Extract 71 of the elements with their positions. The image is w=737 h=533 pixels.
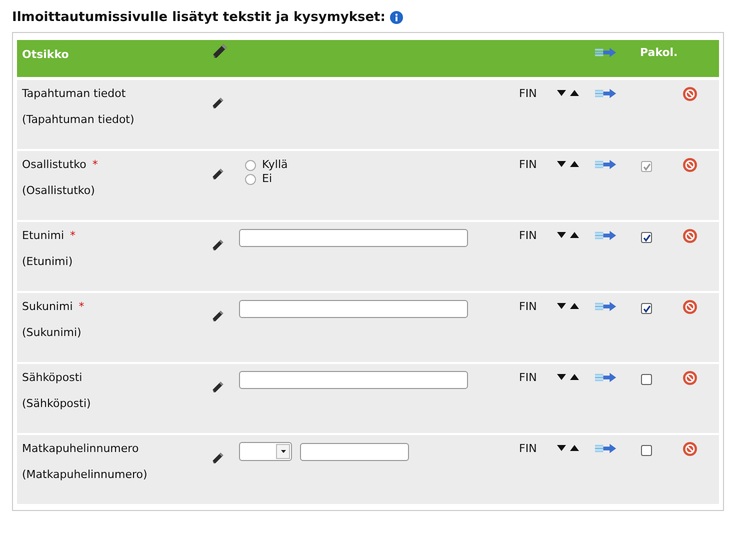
question-subtitle: (Tapahtuman tiedot) [22,113,136,126]
move-up-icon[interactable] [570,445,579,451]
move-up-icon[interactable] [570,161,579,167]
pencil-icon[interactable] [211,42,229,60]
pencil-icon[interactable] [211,167,225,181]
caret-icon [280,450,286,453]
language-code: FIN [519,229,538,242]
section-heading: Ilmoittautumissivulle lisätyt tekstit ja kysymykset: [12,10,386,24]
column-header: Pakol. [640,46,679,59]
move-down-icon[interactable] [557,232,566,238]
radio-button[interactable] [245,160,256,170]
question-title: Sukunimi [22,300,73,313]
option-label: Kyllä [262,158,288,172]
move-down-icon[interactable] [557,303,566,309]
move-up-icon[interactable] [570,374,579,380]
move-icon[interactable] [595,158,617,171]
language-code: FIN [519,442,538,455]
pencil-icon[interactable] [211,238,225,252]
pencil-icon[interactable] [211,380,225,394]
move-icon[interactable] [595,371,617,384]
pencil-icon[interactable] [211,96,225,110]
pencil-icon[interactable] [211,309,225,323]
move-down-icon[interactable] [557,374,566,380]
question-title: Sähköposti [22,371,82,384]
input-field[interactable] [239,229,468,247]
question-title: Matkapuhelinnumero [22,442,139,455]
radio-button[interactable] [245,174,256,184]
delete-icon[interactable] [683,87,697,101]
move-all-icon[interactable] [595,46,617,59]
delete-icon[interactable] [683,300,697,314]
delete-icon[interactable] [683,442,697,456]
checkbox[interactable] [641,374,652,385]
checkbox[interactable] [641,303,652,314]
required-mark: * [78,300,84,313]
input-field[interactable] [239,371,468,389]
question-subtitle: (Osallistutko) [22,184,96,197]
column-header: Otsikko [21,48,70,61]
language-code: FIN [519,371,538,384]
option-label: Ei [262,172,272,186]
pencil-icon[interactable] [211,451,225,465]
question-title: Etunimi [22,229,64,242]
input-field[interactable] [239,300,468,318]
question-subtitle: (Sähköposti) [22,397,92,410]
checkbox[interactable] [641,445,652,456]
question-subtitle: (Sukunimi) [22,326,82,339]
dropdown[interactable] [239,442,292,461]
move-up-icon[interactable] [570,90,579,96]
move-down-icon[interactable] [557,161,566,167]
question-subtitle: (Etunimi) [22,255,74,268]
language-code: FIN [519,158,538,171]
required-mark: * [70,229,76,242]
language-code: FIN [519,87,538,100]
move-icon[interactable] [595,442,617,455]
move-up-icon[interactable] [570,303,579,309]
delete-icon[interactable] [683,158,697,172]
move-icon[interactable] [595,87,617,100]
delete-icon[interactable] [683,371,697,385]
move-down-icon[interactable] [557,445,566,451]
delete-icon[interactable] [683,229,697,243]
question-title: Osallistutko [22,158,86,171]
move-icon[interactable] [595,229,617,242]
language-code: FIN [519,300,538,313]
move-down-icon[interactable] [557,90,566,96]
move-up-icon[interactable] [570,232,579,238]
move-icon[interactable] [595,300,617,313]
question-subtitle: (Matkapuhelinnumero) [22,468,148,481]
required-mark: * [92,158,98,171]
input-field[interactable] [300,442,409,460]
info-icon[interactable] [390,10,404,24]
question-title: Tapahtuman tiedot [22,87,126,100]
checkbox[interactable] [641,232,652,243]
